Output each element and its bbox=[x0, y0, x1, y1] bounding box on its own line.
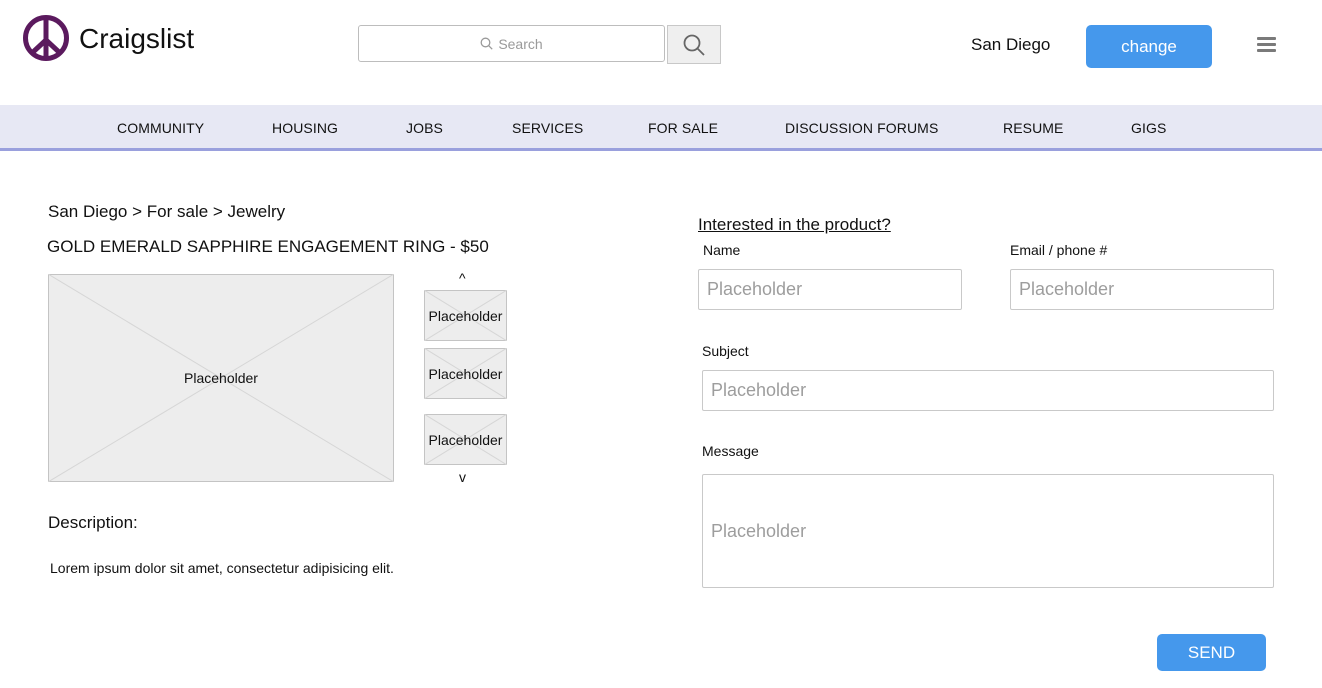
main-image-label: Placeholder bbox=[184, 370, 258, 386]
name-label: Name bbox=[703, 242, 741, 258]
description-heading: Description: bbox=[48, 513, 138, 532]
listing-title: GOLD EMERALD SAPPHIRE ENGAGEMENT RING - … bbox=[47, 237, 489, 256]
thumbnail-scroll-down-icon[interactable]: v bbox=[459, 469, 466, 485]
search-placeholder: Search bbox=[498, 35, 543, 52]
nav-for-sale[interactable]: FOR SALE bbox=[648, 120, 718, 136]
change-city-button[interactable]: change bbox=[1086, 25, 1212, 68]
nav-housing[interactable]: HOUSING bbox=[272, 120, 338, 136]
peace-logo-icon[interactable] bbox=[22, 14, 70, 62]
nav-gigs[interactable]: GIGS bbox=[1131, 120, 1166, 136]
brand-name[interactable]: Craigslist bbox=[79, 22, 194, 56]
thumbnail-1[interactable]: Placeholder bbox=[424, 290, 507, 341]
message-placeholder: Placeholder bbox=[711, 520, 807, 541]
contact-form-heading[interactable]: Interested in the product? bbox=[698, 215, 891, 235]
description-text: Lorem ipsum dolor sit amet, consectetur … bbox=[50, 560, 394, 576]
email-phone-label: Email / phone # bbox=[1010, 242, 1108, 258]
breadcrumb[interactable]: San Diego > For sale > Jewelry bbox=[48, 202, 285, 222]
message-textarea[interactable]: Placeholder bbox=[702, 474, 1274, 588]
email-phone-field[interactable]: Placeholder bbox=[1010, 269, 1274, 310]
thumbnail-label: Placeholder bbox=[428, 365, 503, 382]
search-button[interactable] bbox=[667, 25, 721, 64]
send-button[interactable]: SEND bbox=[1157, 634, 1266, 671]
subject-field[interactable]: Placeholder bbox=[702, 370, 1274, 411]
subject-label: Subject bbox=[702, 343, 749, 359]
main-image-placeholder[interactable]: Placeholder bbox=[48, 274, 394, 482]
nav-divider bbox=[0, 148, 1322, 151]
nav-jobs[interactable]: JOBS bbox=[406, 120, 443, 136]
search-icon bbox=[683, 34, 705, 56]
subject-placeholder: Placeholder bbox=[711, 380, 807, 400]
hamburger-menu-icon[interactable] bbox=[1257, 37, 1276, 54]
name-field[interactable]: Placeholder bbox=[698, 269, 962, 310]
thumbnail-label: Placeholder bbox=[428, 307, 503, 324]
search-input[interactable]: Search bbox=[358, 25, 665, 62]
nav-services[interactable]: SERVICES bbox=[512, 120, 583, 136]
thumbnail-2[interactable]: Placeholder bbox=[424, 348, 507, 399]
thumbnail-scroll-up-icon[interactable]: ^ bbox=[459, 270, 466, 286]
nav-resume[interactable]: RESUME bbox=[1003, 120, 1064, 136]
name-placeholder: Placeholder bbox=[707, 279, 803, 299]
thumbnail-label: Placeholder bbox=[428, 431, 503, 448]
nav-community[interactable]: COMMUNITY bbox=[117, 120, 204, 136]
message-label: Message bbox=[702, 443, 759, 459]
nav-discussion-forums[interactable]: DISCUSSION FORUMS bbox=[785, 120, 938, 136]
thumbnail-3[interactable]: Placeholder bbox=[424, 414, 507, 465]
email-phone-placeholder: Placeholder bbox=[1019, 279, 1115, 299]
search-icon bbox=[480, 37, 493, 50]
current-city: San Diego bbox=[971, 35, 1051, 54]
